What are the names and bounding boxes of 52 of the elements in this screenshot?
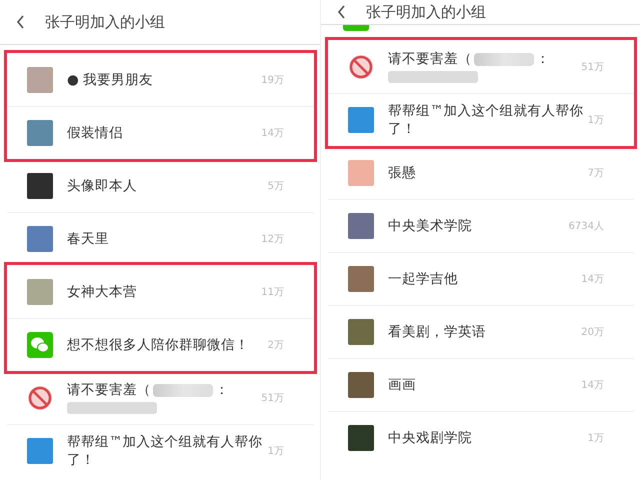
member-count: 14万 (581, 273, 604, 286)
group-name: 帮帮组™加入这个组就有人帮你了！ (67, 433, 264, 469)
member-count: 51万 (581, 60, 604, 74)
group-list-item[interactable]: 想不想很多人陪你群聊微信！ 2万 (7, 318, 314, 371)
group-name: 想不想很多人陪你群聊微信！ (67, 336, 249, 354)
member-count: 19万 (261, 74, 284, 86)
group-name: 头像即本人 (67, 176, 137, 194)
member-count: 2万 (268, 339, 284, 352)
group-list-item[interactable]: 春天里 12万 (7, 212, 314, 265)
back-icon[interactable] (337, 5, 346, 19)
group-list-item[interactable]: 中央戏剧学院 1万 (328, 411, 634, 464)
group-name: 張懸 (388, 164, 416, 182)
group-name: 中央美术学院 (388, 217, 472, 235)
group-name: 画画 (388, 376, 416, 394)
member-count: 7万 (588, 166, 604, 180)
member-count: 11万 (261, 286, 284, 298)
group-list-item[interactable]: 看美剧，学英语 20万 (328, 305, 634, 358)
page-title: 张子明加入的小组 (366, 2, 486, 22)
group-list-item[interactable]: 画画 14万 (328, 358, 634, 411)
group-list-item[interactable]: 一起学吉他 14万 (328, 252, 634, 305)
group-list-item[interactable]: 请不要害羞（ ： 51万 (328, 40, 634, 93)
group-name: 看美剧，学英语 (388, 323, 486, 341)
member-count: 1万 (588, 432, 604, 445)
back-icon[interactable] (16, 15, 25, 29)
member-count: 6734人 (568, 220, 604, 233)
member-count: 12万 (261, 233, 284, 246)
group-name: 请不要害羞（ (388, 50, 472, 68)
group-list-item[interactable]: 中央美术学院 6734人 (328, 199, 634, 252)
member-count: 20万 (581, 326, 604, 339)
member-count: 1万 (588, 114, 604, 127)
group-name: 春天里 (67, 230, 109, 248)
member-count: 1万 (268, 445, 284, 458)
group-list-item[interactable]: 头像即本人 5万 (7, 159, 314, 212)
group-name: 中央戏剧学院 (388, 429, 472, 447)
group-name: 帮帮组™加入这个组就有人帮你了！ (388, 102, 584, 138)
group-name-colon: ： (536, 50, 550, 68)
group-name-colon: ： (215, 381, 229, 399)
group-list-item[interactable]: ● 我要男朋友 19万 (7, 53, 314, 106)
group-list-item[interactable]: 请不要害羞（ ： 51万 (7, 371, 314, 424)
member-count: 14万 (581, 379, 604, 392)
group-name: 女神大本营 (67, 282, 137, 300)
group-name: 请不要害羞（ (67, 381, 151, 399)
group-list-item[interactable]: 假装情侣 14万 (7, 106, 314, 159)
page-title: 张子明加入的小组 (45, 12, 165, 32)
group-list-item[interactable]: 張懸 7万 (328, 146, 634, 199)
group-name: ● 我要男朋友 (67, 70, 154, 88)
group-list-item[interactable]: 女神大本营 11万 (7, 265, 314, 318)
member-count: 51万 (261, 392, 284, 404)
member-count: 14万 (261, 127, 284, 140)
member-count: 5万 (268, 180, 284, 192)
group-name: 一起学吉他 (388, 270, 458, 288)
group-name: 假装情侣 (67, 124, 123, 142)
